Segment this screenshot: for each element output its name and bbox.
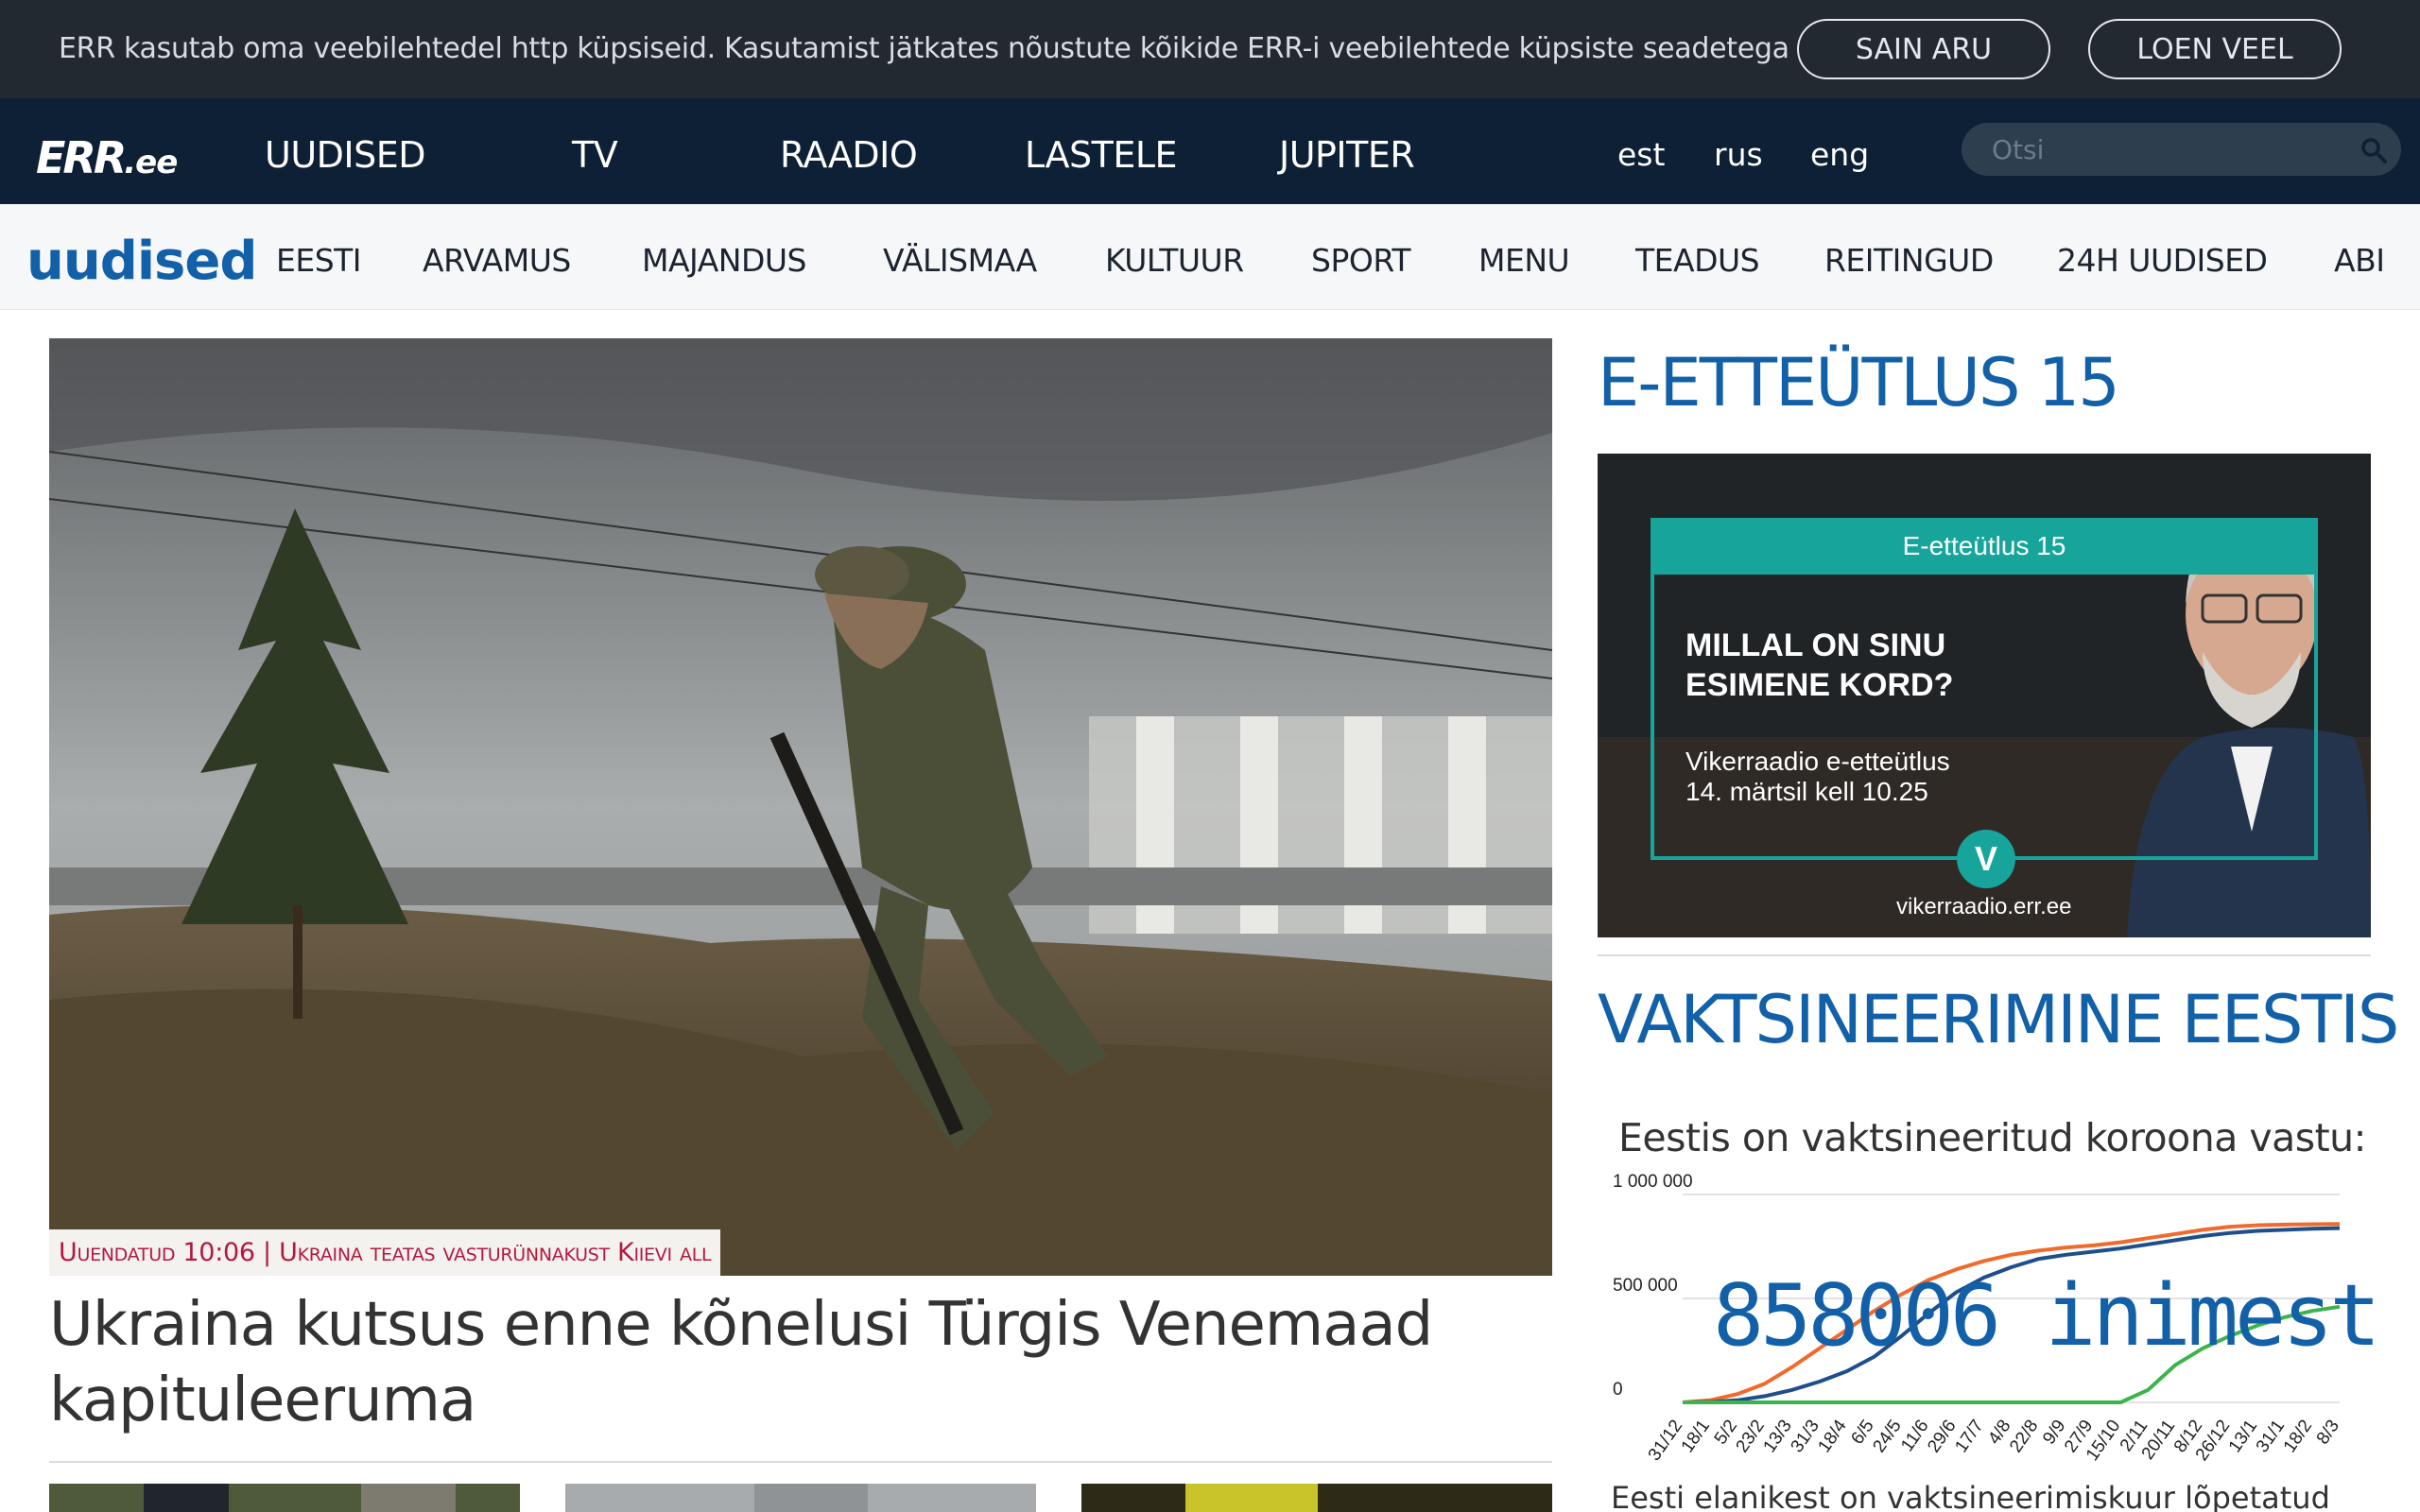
chart-x-tick-label: 31/1	[2253, 1417, 2289, 1456]
cookie-text: ERR kasutab oma veebilehtedel http küpsi…	[59, 32, 1789, 65]
subnav-item-teadus[interactable]: TEADUS	[1635, 242, 1760, 279]
ad-title-band: E-etteütlus 15	[1651, 518, 2318, 575]
section-brand[interactable]: uudised	[26, 231, 257, 292]
vaccination-count: 858006 inimest	[1713, 1266, 2381, 1366]
chart-x-tick-label: 13/3	[1760, 1417, 1796, 1456]
subnav-item-abi[interactable]: ABI	[2334, 242, 2385, 279]
cookie-banner: ERR kasutab oma veebilehtedel http küpsi…	[0, 0, 2420, 98]
article-thumbnail[interactable]	[1081, 1484, 1552, 1512]
vaccination-heading: Eestis on vaktsineeritud koroona vastu:	[1618, 1115, 2366, 1160]
hero-caption[interactable]: Uuendatud 10:06 | Ukraina teatas vasturü…	[49, 1229, 721, 1276]
chart-x-tick-label: 23/2	[1733, 1417, 1769, 1456]
article-thumbnail[interactable]	[49, 1484, 520, 1512]
ad-banner[interactable]: E-etteütlus 15 MILLAL ON SINU ESIMENE KO…	[1598, 454, 2371, 937]
chart-x-tick-label: 31/3	[1787, 1417, 1823, 1456]
subnav-item-majandus[interactable]: MAJANDUS	[642, 242, 806, 279]
search-input[interactable]	[1992, 133, 2342, 165]
chart-x-tick-label: 24/5	[1869, 1417, 1905, 1456]
nav-item-raadio[interactable]: RAADIO	[780, 134, 918, 176]
chart-y-tick-label: 0	[1613, 1380, 1623, 1400]
nav-item-jupiter[interactable]: JUPITER	[1279, 134, 1415, 176]
chart-x-tick-label: 18/2	[2280, 1417, 2316, 1456]
ad-headline: MILLAL ON SINU ESIMENE KORD?	[1685, 627, 1954, 703]
search-icon[interactable]	[2360, 136, 2388, 164]
subnav-item-menu[interactable]: MENU	[1478, 242, 1570, 279]
nav-item-lastele[interactable]: LASTELE	[1025, 134, 1178, 176]
search-box	[1962, 123, 2401, 176]
subnav-item-arvamus[interactable]: ARVAMUS	[423, 242, 571, 279]
section-navigation: uudised EESTI ARVAMUS MAJANDUS VÄLISMAA …	[0, 204, 2420, 310]
chart-x-tick-label: 13/1	[2225, 1417, 2261, 1456]
chart-x-tick-label: 11/6	[1897, 1417, 1933, 1455]
vikerraadio-logo: V	[1957, 830, 2015, 888]
chart-x-tick-label: 8/3	[2313, 1417, 2343, 1449]
subnav-item-valismaa[interactable]: VÄLISMAA	[883, 242, 1037, 279]
chart-y-tick-label: 500 000	[1613, 1276, 1678, 1296]
cookie-accept-button[interactable]: SAIN ARU	[1797, 19, 2050, 79]
hero-title[interactable]: Ukraina kutsus enne kõnelusi Türgis Vene…	[49, 1287, 1552, 1438]
article-thumbnail[interactable]	[565, 1484, 1036, 1512]
chart-x-tick-label: 29/6	[1924, 1417, 1960, 1456]
thumbnail-image	[565, 1484, 1036, 1512]
chart-x-tick-label: 18/1	[1678, 1417, 1714, 1456]
lang-est[interactable]: est	[1617, 136, 1665, 173]
subnav-item-sport[interactable]: SPORT	[1311, 242, 1411, 279]
ad-url: vikerraadio.err.ee	[1896, 894, 2072, 919]
ad-subtitle: Vikerraadio e-etteütlus 14. märtsil kell…	[1685, 747, 1950, 806]
hero-photo[interactable]	[49, 338, 1552, 1276]
subnav-item-kultuur[interactable]: KULTUUR	[1105, 242, 1244, 279]
thumbnail-image	[49, 1484, 520, 1512]
section-title-vaktsineerimine[interactable]: VAKTSINEERIMINE EESTIS	[1598, 981, 2399, 1058]
chart-x-tick-label: 17/7	[1951, 1417, 1987, 1456]
chart-y-tick-label: 1 000 000	[1613, 1172, 1693, 1192]
lang-eng[interactable]: eng	[1810, 136, 1869, 173]
vaccination-footer: Eesti elanikest on vaktsineerimiskuur lõ…	[1611, 1480, 2330, 1512]
section-title-e-etteutlus[interactable]: E-ETTEÜTLUS 15	[1598, 344, 2120, 421]
cookie-read-more-button[interactable]: LOEN VEEL	[2088, 19, 2342, 79]
err-logo[interactable]: ERR.ee	[36, 132, 178, 183]
divider	[1598, 954, 2371, 956]
chart-x-tick-label: 18/4	[1814, 1416, 1851, 1456]
nav-item-uudised[interactable]: UUDISED	[265, 134, 426, 176]
hero-photo-illustration	[49, 338, 1552, 1276]
subnav-item-24h-uudised[interactable]: 24H UUDISED	[2057, 242, 2268, 279]
subnav-item-reitingud[interactable]: REITINGUD	[1824, 242, 1994, 279]
lang-rus[interactable]: rus	[1714, 136, 1763, 173]
nav-item-tv[interactable]: TV	[572, 134, 618, 176]
divider	[49, 1461, 1552, 1463]
main-navigation: ERR.ee UUDISED TV RAADIO LASTELE JUPITER…	[0, 98, 2420, 204]
subnav-item-eesti[interactable]: EESTI	[276, 242, 362, 279]
chart-x-tick-label: 22/8	[2006, 1417, 2042, 1456]
thumbnail-image	[1081, 1484, 1552, 1512]
